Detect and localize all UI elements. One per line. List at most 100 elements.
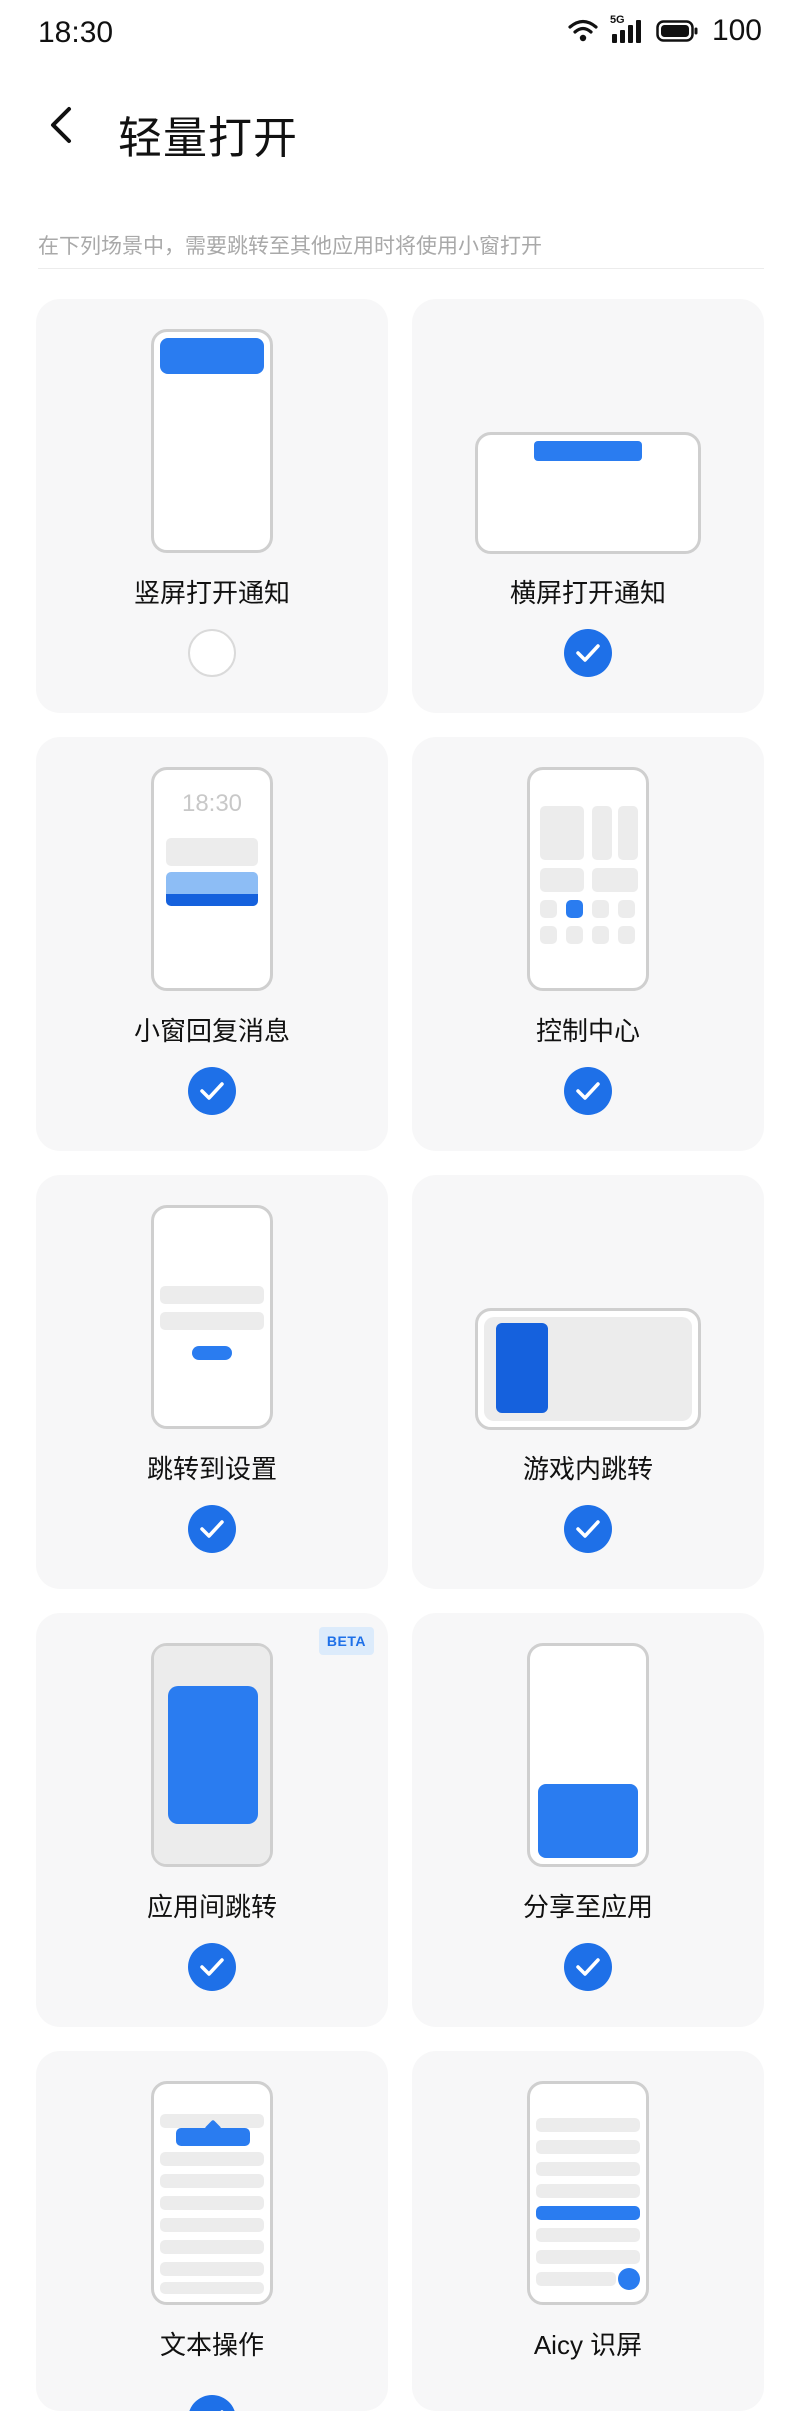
page-description: 在下列场景中，需要跳转至其他应用时将使用小窗打开 <box>38 235 542 258</box>
status-bar: 18:30 5G 100 <box>0 0 800 70</box>
settings-button <box>192 1346 232 1360</box>
beta-badge: BETA <box>318 1627 374 1655</box>
landscape-phone-illustration <box>475 432 701 554</box>
checkbox[interactable] <box>564 1943 612 1991</box>
scenario-card-control-center[interactable]: 控制中心 <box>412 737 764 1151</box>
tile <box>592 900 609 918</box>
settings-phone-illustration <box>151 1205 273 1429</box>
checkbox[interactable] <box>564 1505 612 1553</box>
check-icon <box>576 1082 600 1100</box>
message-placeholder <box>166 838 258 866</box>
row-placeholder <box>160 1312 264 1330</box>
wifi-icon <box>568 19 598 42</box>
app-jump-phone-illustration <box>151 1643 273 1867</box>
tile <box>618 926 635 944</box>
text-line <box>536 2228 640 2242</box>
checkbox[interactable] <box>188 1943 236 1991</box>
chevron-left-icon <box>51 107 71 143</box>
share-phone-illustration <box>527 1643 649 1867</box>
status-time: 18:30 <box>38 16 114 49</box>
signal-icon: 5G <box>610 14 644 44</box>
battery-icon <box>656 20 698 42</box>
aicy-floating-ball <box>618 2268 640 2290</box>
checkbox[interactable] <box>188 1067 236 1115</box>
text-line <box>160 2218 264 2232</box>
battery-level: 100 <box>711 14 762 47</box>
portrait-phone-illustration <box>151 329 273 553</box>
text-phone-illustration <box>151 2081 273 2305</box>
reply-box <box>166 872 258 894</box>
card-label: 游戏内跳转 <box>522 1454 653 1484</box>
tile <box>540 926 557 944</box>
text-line <box>536 2118 640 2132</box>
scenario-card-share-to-app[interactable]: 分享至应用 <box>412 1613 764 2027</box>
lockscreen-phone-illustration: 18:30 <box>151 767 273 991</box>
checkbox[interactable] <box>564 1067 612 1115</box>
card-label: 分享至应用 <box>522 1892 653 1922</box>
share-sheet <box>538 1784 638 1858</box>
scenario-card-portrait-notification[interactable]: 竖屏打开通知 <box>36 299 388 713</box>
check-icon <box>200 1958 224 1976</box>
game-phone-illustration <box>475 1308 701 1430</box>
back-button[interactable] <box>36 100 86 150</box>
preview-time: 18:30 <box>181 790 243 817</box>
check-icon <box>576 1958 600 1976</box>
text-line <box>536 2184 640 2198</box>
small-window <box>496 1323 548 1413</box>
text-line <box>536 2140 640 2154</box>
card-label: 应用间跳转 <box>146 1892 277 1922</box>
card-label: 跳转到设置 <box>146 1454 277 1484</box>
tile <box>592 806 612 860</box>
text-line <box>536 2162 640 2176</box>
row-placeholder <box>160 1286 264 1304</box>
scenario-card-landscape-notification[interactable]: 横屏打开通知 <box>412 299 764 713</box>
text-line <box>160 2282 264 2294</box>
checkbox[interactable] <box>564 629 612 677</box>
header: 轻量打开 <box>0 82 800 172</box>
text-line <box>160 2262 264 2276</box>
recognized-line <box>536 2206 640 2220</box>
control-center-phone-illustration <box>527 767 649 991</box>
check-icon <box>220 2410 224 2411</box>
text-line <box>160 2240 264 2254</box>
checkbox[interactable] <box>188 2395 236 2411</box>
active-tile <box>566 900 583 918</box>
checkbox[interactable] <box>188 1505 236 1553</box>
text-line <box>160 2152 264 2166</box>
card-label: 文本操作 <box>159 2330 264 2360</box>
card-label: 控制中心 <box>535 1016 640 1046</box>
notification-banner <box>160 338 264 374</box>
page-title: 轻量打开 <box>118 114 298 163</box>
aicy-phone-illustration <box>527 2081 649 2305</box>
text-line <box>160 2196 264 2210</box>
card-label: 横屏打开通知 <box>509 578 666 608</box>
text-line <box>536 2250 640 2264</box>
text-line <box>536 2272 616 2286</box>
tile <box>618 900 635 918</box>
tile <box>540 900 557 918</box>
tile <box>540 868 584 892</box>
tile <box>592 868 638 892</box>
check-icon <box>576 1520 600 1538</box>
card-label: 小窗回复消息 <box>133 1016 290 1046</box>
small-window <box>168 1686 258 1824</box>
text-line <box>160 2174 264 2188</box>
scenario-card-text-action[interactable]: 文本操作 <box>36 2051 388 2411</box>
divider <box>38 268 764 269</box>
scenario-card-aicy-screen-recognition[interactable]: Aicy 识屏 <box>412 2051 764 2411</box>
card-label: Aicy 识屏 <box>533 2330 643 2360</box>
checkbox[interactable] <box>188 629 236 677</box>
scenario-card-jump-to-settings[interactable]: 跳转到设置 <box>36 1175 388 1589</box>
tile <box>618 806 638 860</box>
card-label: 竖屏打开通知 <box>133 578 290 608</box>
scenario-card-in-game-jump[interactable]: 游戏内跳转 <box>412 1175 764 1589</box>
tile <box>566 926 583 944</box>
notification-banner <box>534 441 642 461</box>
reply-bar <box>166 894 258 906</box>
scenario-card-app-jump[interactable]: BETA 应用间跳转 <box>36 1613 388 2027</box>
tile <box>592 926 609 944</box>
check-icon <box>200 1520 224 1538</box>
check-icon <box>576 644 600 662</box>
check-icon <box>200 1082 224 1100</box>
scenario-card-reply-message[interactable]: 18:30 小窗回复消息 <box>36 737 388 1151</box>
